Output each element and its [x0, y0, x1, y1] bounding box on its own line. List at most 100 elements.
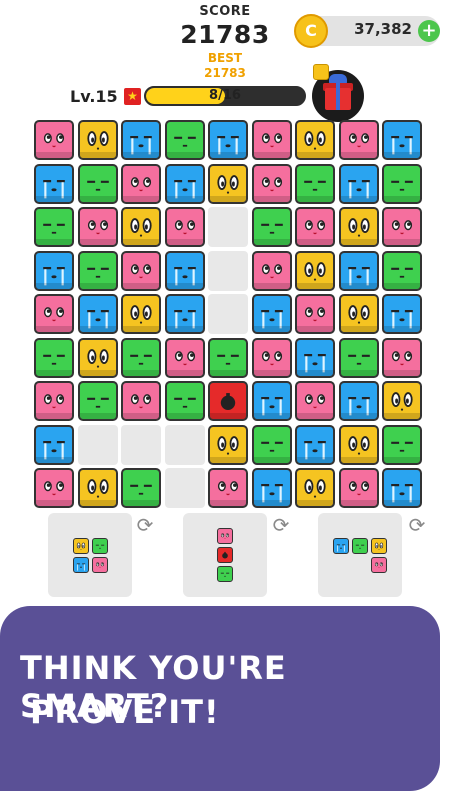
blue-block: [251, 294, 292, 334]
blue-block: [121, 120, 161, 160]
blue-block: [34, 163, 74, 204]
progress-text: 8/16: [209, 88, 241, 103]
yellow-block: [121, 294, 161, 334]
game-board[interactable]: [34, 120, 422, 508]
banner-subheadline: PROVE IT!: [30, 693, 220, 731]
pink-block: [34, 294, 74, 334]
pink-block: [77, 207, 118, 247]
pink-mini-block: [91, 556, 108, 573]
blue-block: [208, 120, 248, 160]
empty-cell[interactable]: [208, 294, 248, 334]
yellow-block: [295, 250, 335, 291]
green-block: [77, 381, 118, 421]
yellow-block: [77, 468, 118, 508]
green-block: [251, 424, 292, 465]
yellow-mini-block: [72, 537, 89, 554]
level-progress-bar: 8/16: [144, 86, 306, 106]
piece-slot-2[interactable]: [183, 513, 267, 597]
blue-block: [164, 250, 205, 291]
pink-block: [34, 120, 74, 160]
blue-block: [338, 163, 379, 204]
yellow-block: [208, 424, 248, 465]
lock-icon: [313, 64, 329, 80]
yellow-block: [382, 381, 422, 421]
yellow-block: [208, 163, 248, 204]
green-block: [382, 163, 422, 204]
blue-block: [338, 250, 379, 291]
rotate-icon[interactable]: ⟳: [270, 514, 292, 536]
best-label: BEST: [207, 51, 243, 65]
blue-block: [251, 381, 292, 421]
empty-cell[interactable]: [121, 424, 161, 465]
blue-block: [295, 337, 335, 378]
yellow-block: [338, 424, 379, 465]
empty-cell[interactable]: [77, 424, 118, 465]
blue-mini-block: [72, 556, 89, 573]
yellow-mini-block: [371, 537, 387, 554]
pink-block: [121, 250, 161, 291]
blue-block: [295, 424, 335, 465]
pink-block: [382, 337, 422, 378]
blue-block: [34, 424, 74, 465]
coin-icon: C: [294, 14, 328, 48]
green-mini-block: [217, 566, 233, 582]
pink-block: [295, 294, 335, 334]
green-block: [295, 163, 335, 204]
best-value: 21783: [204, 66, 246, 80]
pink-mini-block: [217, 528, 233, 544]
score-label: SCORE: [199, 4, 251, 19]
pink-block: [382, 207, 422, 247]
pink-block: [338, 120, 379, 160]
empty-cell[interactable]: [208, 250, 248, 291]
green-block: [77, 250, 118, 291]
star-icon: ★: [124, 88, 141, 105]
score-value: 21783: [180, 20, 270, 49]
rotate-icon[interactable]: ⟳: [406, 514, 428, 536]
piece-slot-3[interactable]: [318, 513, 402, 597]
pink-block: [338, 468, 379, 508]
blue-block: [251, 468, 292, 508]
pink-mini-block: [371, 556, 387, 573]
add-coins-button[interactable]: +: [418, 20, 440, 42]
blue-block: [382, 468, 422, 508]
yellow-block: [338, 207, 379, 247]
blue-block: [164, 294, 205, 334]
yellow-block: [121, 207, 161, 247]
pink-block: [251, 120, 292, 160]
pink-block: [208, 468, 248, 508]
empty-cell[interactable]: [164, 424, 205, 465]
empty-cell[interactable]: [208, 207, 248, 247]
pink-block: [34, 381, 74, 421]
pink-block: [251, 250, 292, 291]
bomb-mini-block: [217, 547, 233, 563]
green-block: [34, 207, 74, 247]
pink-block: [121, 381, 161, 421]
green-block: [208, 337, 248, 378]
green-block: [382, 424, 422, 465]
green-block: [382, 250, 422, 291]
yellow-block: [338, 294, 379, 334]
yellow-block: [77, 120, 118, 160]
blue-mini-block: [333, 537, 349, 554]
blue-block: [338, 381, 379, 421]
green-block: [164, 381, 205, 421]
pink-block: [295, 207, 335, 247]
yellow-block: [295, 120, 335, 160]
green-block: [77, 163, 118, 204]
blue-block: [164, 163, 205, 204]
piece-slot-1[interactable]: [48, 513, 132, 597]
green-block: [121, 337, 161, 378]
gift-ribbon: [336, 83, 340, 110]
green-block: [251, 207, 292, 247]
coin-balance: 37,382: [354, 20, 412, 38]
yellow-block: [295, 468, 335, 508]
blue-block: [34, 250, 74, 291]
empty-cell[interactable]: [164, 468, 205, 508]
green-block: [164, 120, 205, 160]
pink-block: [251, 337, 292, 378]
blue-block: [382, 120, 422, 160]
pink-block: [34, 468, 74, 508]
yellow-block: [77, 337, 118, 378]
level-label: Lv.15: [70, 87, 118, 106]
rotate-icon[interactable]: ⟳: [134, 514, 156, 536]
